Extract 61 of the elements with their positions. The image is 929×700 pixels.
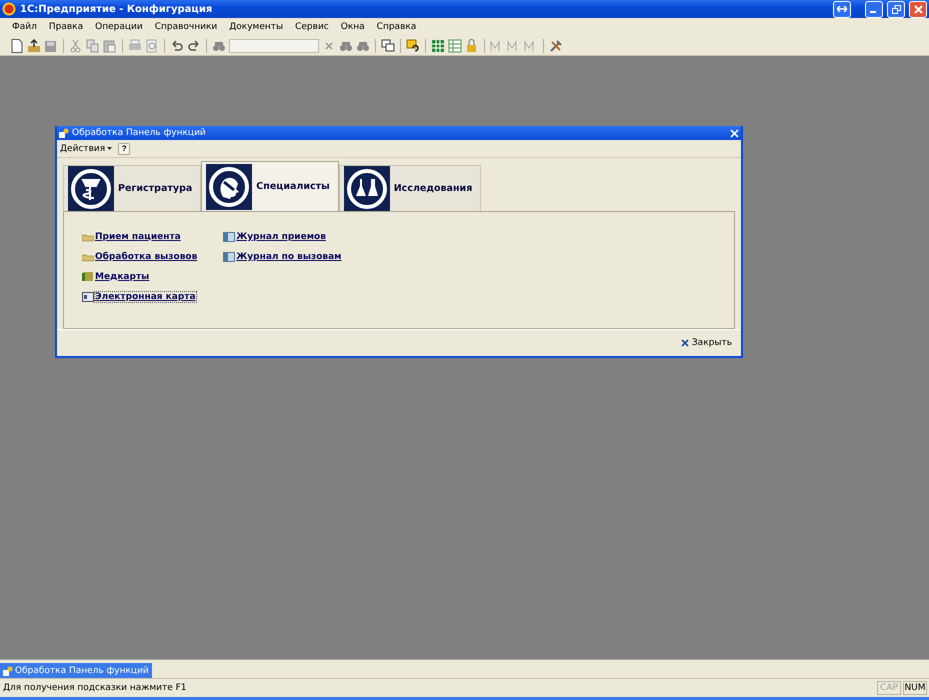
- close-button[interactable]: [909, 0, 927, 18]
- menu-item[interactable]: Справочники: [152, 22, 220, 32]
- tools-icon[interactable]: [549, 38, 563, 52]
- link[interactable]: Медкарты: [95, 272, 150, 282]
- redo-icon[interactable]: [187, 38, 201, 52]
- restore-button[interactable]: [887, 0, 905, 18]
- caduceus-icon: [68, 166, 114, 212]
- lock-icon[interactable]: [465, 38, 479, 52]
- app-logo-icon: [2, 2, 16, 16]
- journal-icon: [223, 251, 236, 262]
- actions-menu[interactable]: Действия: [60, 144, 112, 154]
- window-icon: [59, 128, 69, 138]
- book-icon: [82, 271, 94, 282]
- link[interactable]: Журнал приемов: [236, 232, 326, 242]
- head-icon: [206, 164, 252, 210]
- undo-icon[interactable]: [170, 38, 184, 52]
- menu-item[interactable]: Правка: [46, 22, 86, 32]
- printer-icon[interactable]: [128, 38, 142, 52]
- restore-icon: [892, 4, 900, 14]
- window-title: Обработка Панель функций: [72, 128, 207, 138]
- windows-icon[interactable]: [381, 38, 395, 52]
- menu-item[interactable]: Файл: [10, 22, 39, 32]
- upload-icon[interactable]: [27, 38, 41, 52]
- tab[interactable]: Регистратура: [63, 165, 202, 211]
- link[interactable]: Обработка вызовов: [95, 252, 198, 262]
- minimize-button[interactable]: [865, 0, 883, 18]
- help-button[interactable]: ?: [118, 142, 130, 154]
- menu-item[interactable]: Документы: [227, 22, 286, 32]
- tab[interactable]: Исследования: [338, 165, 482, 211]
- document-icon[interactable]: [10, 38, 24, 52]
- scissors-icon[interactable]: [69, 38, 83, 52]
- journal-icon: [223, 231, 236, 242]
- close-button[interactable]: Закрыть: [680, 337, 733, 349]
- status-hint: Для получения подсказки нажмите F1: [2, 683, 188, 693]
- resize-button[interactable]: [833, 0, 851, 18]
- menu-item[interactable]: Сервис: [293, 22, 331, 32]
- search-field[interactable]: [229, 38, 319, 52]
- flasks-icon: [344, 166, 390, 212]
- dropdown-caret-icon: [107, 147, 112, 150]
- card-icon: [82, 291, 94, 302]
- double-arrow-icon: [837, 6, 847, 12]
- window-icon: [3, 666, 13, 676]
- clipboard-icon[interactable]: [103, 38, 117, 52]
- magnifier-icon[interactable]: [145, 38, 159, 52]
- close-icon[interactable]: [730, 128, 739, 138]
- key-indicator: CAP: [877, 681, 901, 695]
- tab[interactable]: Специалисты: [201, 161, 339, 211]
- menu-item[interactable]: Окна: [338, 22, 367, 32]
- menu-item[interactable]: Справка: [374, 22, 418, 32]
- menu-item[interactable]: Операции: [93, 22, 145, 32]
- copy-icon[interactable]: [86, 38, 100, 52]
- link[interactable]: Электронная карта: [95, 292, 196, 302]
- key-indicator: NUM: [903, 681, 927, 695]
- close-icon: [680, 339, 689, 347]
- close-icon: [914, 4, 922, 14]
- window-tab[interactable]: Обработка Панель функций: [0, 663, 152, 678]
- window-title: 1С:Предприятие - Конфигурация: [20, 4, 214, 14]
- link[interactable]: Прием пациента: [95, 232, 181, 242]
- sheet-icon[interactable]: [448, 38, 462, 52]
- link[interactable]: Журнал по вызовам: [236, 252, 342, 262]
- table-icon[interactable]: [431, 38, 445, 52]
